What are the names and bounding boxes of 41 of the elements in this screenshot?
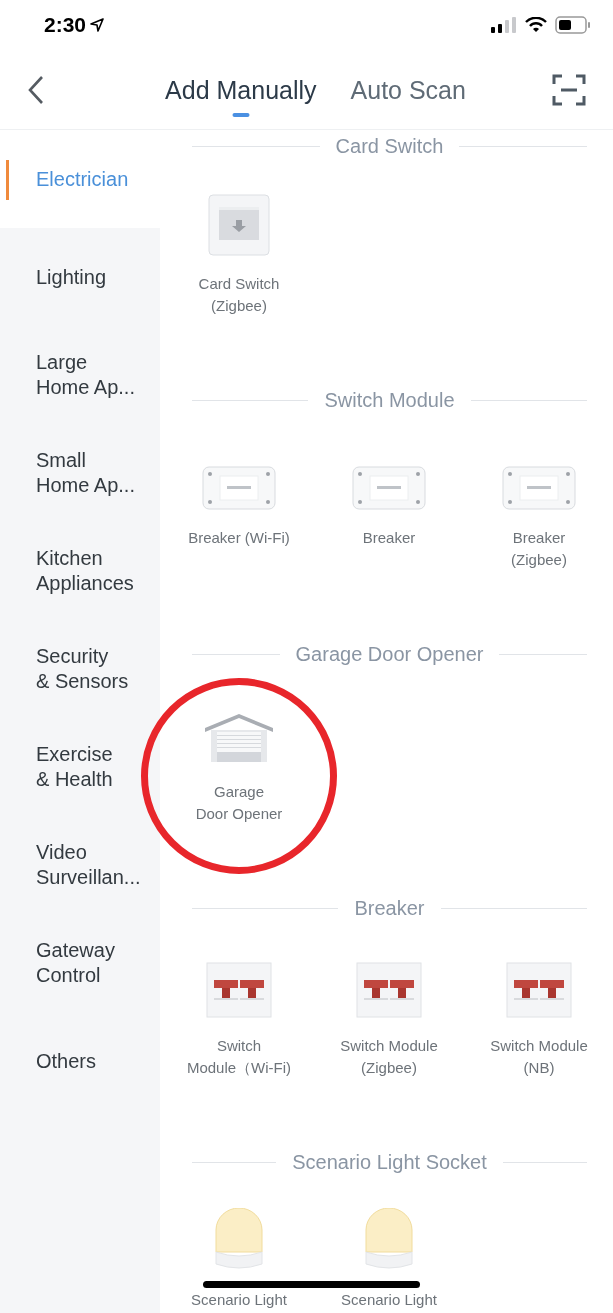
tab[interactable]: Auto Scan <box>350 60 466 119</box>
light-socket-icon <box>363 1208 415 1272</box>
device-label: Breaker (Wi-Fi) <box>188 528 290 548</box>
device-label: Switch Module (NB) <box>490 1036 588 1078</box>
status-time: 2:30 <box>44 12 87 39</box>
category-item[interactable]: Lighting <box>0 228 160 326</box>
light-socket-icon <box>213 1208 265 1272</box>
section-title: Switch Module <box>324 388 455 413</box>
category-item[interactable]: Large Home Ap... <box>0 326 160 424</box>
device-label: Switch Module（Wi-Fi) <box>186 1036 292 1078</box>
battery-icon <box>555 16 591 34</box>
category-item[interactable]: Video Surveillan... <box>0 816 160 914</box>
category-item[interactable]: Small Home Ap... <box>0 424 160 522</box>
device-label: Garage Door Opener <box>195 782 283 824</box>
section-title: Breaker <box>354 896 425 921</box>
category-item[interactable]: Gateway Control <box>0 914 160 1012</box>
device-label: Scenario Light <box>191 1290 287 1310</box>
category-item[interactable]: Exercise & Health <box>0 718 160 816</box>
category-item[interactable]: Kitchen Appliances <box>0 522 160 620</box>
switch-module-icon <box>202 466 276 510</box>
switch-module-icon <box>502 466 576 510</box>
garage-icon <box>203 712 275 764</box>
category-item[interactable]: Others <box>0 1012 160 1110</box>
section-title: Garage Door Opener <box>295 642 484 667</box>
breaker-icon <box>356 962 422 1018</box>
device-label: Breaker (Zigbee) <box>511 528 567 570</box>
device-label: Scenario Light <box>341 1290 437 1310</box>
section-title: Scenario Light Socket <box>292 1150 487 1175</box>
breaker-icon <box>506 962 572 1018</box>
tab[interactable]: Add Manually <box>165 60 317 119</box>
wifi-icon <box>525 17 547 33</box>
device-label: Breaker <box>362 528 416 548</box>
breaker-icon <box>206 962 272 1018</box>
section-title: Card Switch <box>335 134 444 159</box>
device-label: Switch Module (Zigbee) <box>340 1036 438 1078</box>
card-switch-icon <box>208 194 270 256</box>
device-label: Card Switch (Zigbee) <box>198 274 280 316</box>
signal-icon <box>491 17 517 33</box>
category-item[interactable]: Security & Sensors <box>0 620 160 718</box>
switch-module-icon <box>352 466 426 510</box>
location-arrow-icon <box>90 18 105 32</box>
